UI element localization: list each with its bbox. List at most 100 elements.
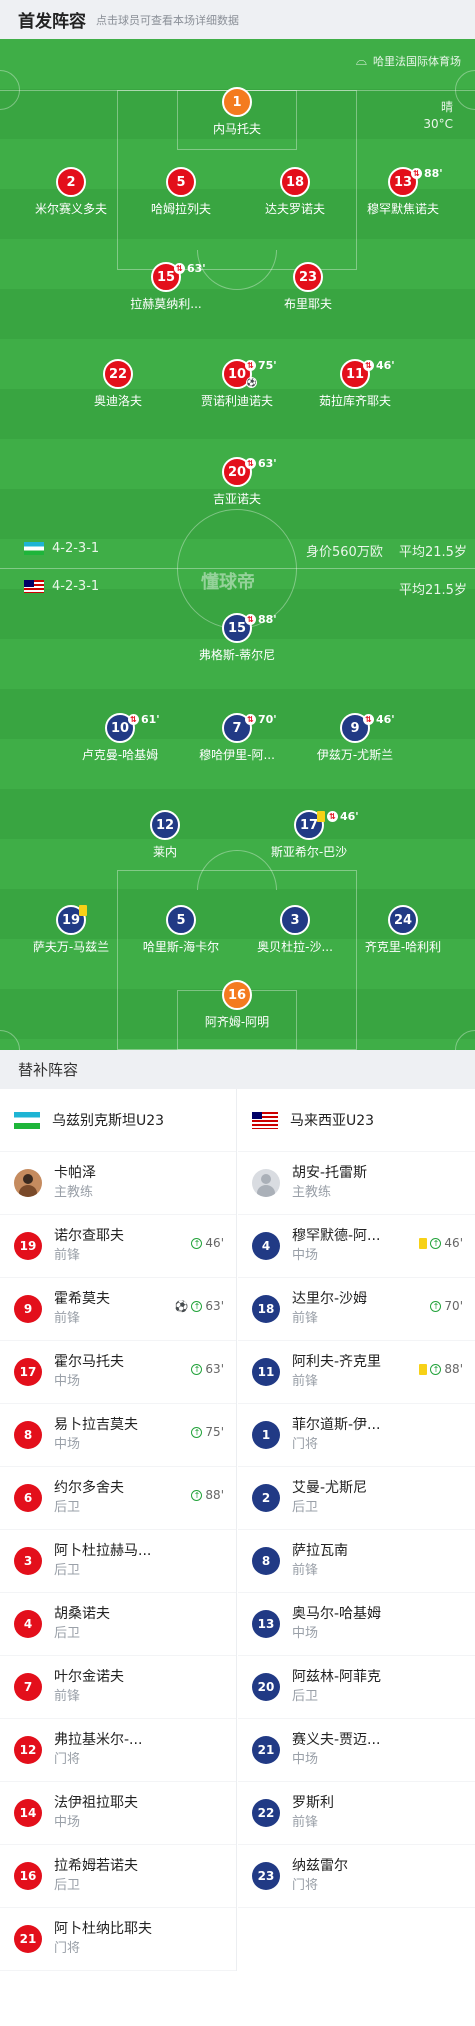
player-name: 菲尔道斯-伊... — [292, 1417, 381, 1433]
sub-player-row[interactable]: 16 拉希姆若诺夫 后卫 — [0, 1845, 236, 1908]
sub-player-row[interactable]: 12 弗拉基米尔-... 门将 — [0, 1719, 236, 1782]
player-name: 齐克里-哈利利 — [364, 940, 442, 954]
corner-br — [455, 1030, 475, 1050]
away-player[interactable]: 12 莱内 — [100, 810, 230, 860]
malaysia-flag-icon — [252, 1111, 278, 1129]
home-player[interactable]: 20 ⇅ 63' 吉亚诺夫 — [172, 457, 302, 507]
jersey-number: 9 — [14, 1295, 42, 1323]
away-coach-row[interactable]: 胡安-托雷斯 主教练 — [238, 1152, 475, 1215]
player-name: 贾诺利迪诺夫 — [200, 394, 273, 408]
player-event: ⇅ 61' — [128, 713, 160, 726]
player-event: ⇅ 63' — [245, 457, 277, 470]
sub-in-minute: 46' — [205, 1236, 224, 1250]
substitution-icon: ⇅ — [245, 714, 256, 725]
player-event: ⇅ 46' — [363, 359, 395, 372]
player-info: 诺尔查耶夫 前锋 — [54, 1227, 124, 1265]
player-position: 中场 — [54, 1437, 81, 1452]
substitution-icon: ⇅ — [128, 714, 139, 725]
sub-in-icon: ↑ — [191, 1237, 203, 1249]
sub-player-row[interactable]: 14 法伊祖拉耶夫 中场 — [0, 1782, 236, 1845]
home-player[interactable]: 11 ⇅ 46' 茹拉库齐耶夫 — [290, 359, 420, 409]
player-event: ⇅ 88' — [245, 613, 277, 626]
player-name: 斯亚希尔-巴沙 — [270, 845, 348, 859]
sub-player-row[interactable]: 13 奥马尔-哈基姆 中场 — [238, 1593, 475, 1656]
player-name: 约尔多舍夫 — [54, 1480, 124, 1496]
jersey-number: 12 — [150, 810, 180, 840]
player-position: 后卫 — [54, 1500, 81, 1515]
home-player[interactable]: 1 内马托夫 — [172, 87, 302, 137]
stadium-name: 哈里法国际体育场 — [373, 55, 461, 68]
player-name: 穆罕默德-阿... — [292, 1228, 381, 1244]
sub-player-row[interactable]: 1 菲尔道斯-伊... 门将 — [238, 1404, 475, 1467]
player-position: 前锋 — [54, 1689, 81, 1704]
home-player[interactable]: 10 ⇅ 75' ⚽ 贾诺利迪诺夫 — [172, 359, 302, 409]
away-player[interactable]: 7 ⇅ 70' 穆哈伊里-阿... — [172, 713, 302, 763]
goal-ball-icon: ⚽ — [246, 377, 257, 388]
home-coach-row[interactable]: 卡帕泽 主教练 — [0, 1152, 236, 1215]
away-player[interactable]: 5 哈里斯-海卡尔 — [116, 905, 246, 955]
home-subs-column: 乌兹别克斯坦U23 卡帕泽 主教练 19 诺尔查耶夫 前锋 ↑ 46' 9 霍希莫夫 前锋 ⚽ ↑… — [0, 1089, 237, 1971]
player-info: 阿卜杜拉赫马... 后卫 — [54, 1542, 151, 1580]
player-name: 吉亚诺夫 — [212, 492, 261, 506]
player-name: 卢克曼-哈基姆 — [81, 748, 159, 762]
jersey-number: 21 — [14, 1925, 42, 1953]
home-player[interactable]: 22 奥迪洛夫 — [53, 359, 183, 409]
sub-player-row[interactable]: 20 阿兹林-阿菲克 后卫 — [238, 1656, 475, 1719]
sub-player-row[interactable]: 19 诺尔查耶夫 前锋 ↑ 46' — [0, 1215, 236, 1278]
sub-player-row[interactable]: 22 罗斯利 前锋 — [238, 1782, 475, 1845]
player-info: 阿卜杜纳比耶夫 门将 — [54, 1920, 152, 1958]
home-player[interactable]: 15 ⇅ 63' 拉赫莫纳利... — [101, 262, 231, 312]
jersey-number: 24 — [388, 905, 418, 935]
player-info: 弗拉基米尔-... 门将 — [54, 1731, 142, 1769]
home-player[interactable]: 13 ⇅ 88' 穆罕默焦诺夫 — [338, 167, 468, 217]
home-team-row: 乌兹别克斯坦U23 — [0, 1089, 236, 1152]
sub-player-row[interactable]: 2 艾曼-尤斯尼 后卫 — [238, 1467, 475, 1530]
sub-player-row[interactable]: 23 纳兹雷尔 门将 — [238, 1845, 475, 1908]
jersey-number: 8 — [252, 1547, 280, 1575]
sub-player-row[interactable]: 3 阿卜杜拉赫马... 后卫 — [0, 1530, 236, 1593]
sub-player-row[interactable]: 21 赛义夫-贾迈... 中场 — [238, 1719, 475, 1782]
sub-player-row[interactable]: 9 霍希莫夫 前锋 ⚽ ↑ 63' — [0, 1278, 236, 1341]
away-player[interactable]: 24 齐克里-哈利利 — [338, 905, 468, 955]
sub-player-row[interactable]: 8 萨拉瓦南 前锋 — [238, 1530, 475, 1593]
jersey-number: 4 — [252, 1232, 280, 1260]
yellow-card-icon — [419, 1363, 428, 1375]
sub-player-row[interactable]: 21 阿卜杜纳比耶夫 门将 — [0, 1908, 236, 1971]
yellow-card-icon — [419, 1237, 428, 1249]
sub-player-row[interactable]: 11 阿利夫-齐克里 前锋 ↑ 88' — [238, 1341, 475, 1404]
away-player[interactable]: 9 ⇅ 46' 伊兹万-尤斯兰 — [290, 713, 420, 763]
sub-minute: 46' — [376, 359, 395, 372]
player-name: 叶尔金诺夫 — [54, 1669, 124, 1685]
player-name: 易卜拉吉莫夫 — [54, 1417, 138, 1433]
sub-player-row[interactable]: 6 约尔多舍夫 后卫 ↑ 88' — [0, 1467, 236, 1530]
sub-player-row[interactable]: 4 胡桑诺夫 后卫 — [0, 1593, 236, 1656]
player-event: ⇅ 70' — [245, 713, 277, 726]
sub-player-row[interactable]: 8 易卜拉吉莫夫 中场 ↑ 75' — [0, 1404, 236, 1467]
player-name: 哈里斯-海卡尔 — [142, 940, 220, 954]
away-player[interactable]: 15 ⇅ 88' 弗格斯-蒂尔尼 — [172, 613, 302, 663]
jersey-number: 16 — [222, 980, 252, 1010]
sub-player-row[interactable]: 7 叶尔金诺夫 前锋 — [0, 1656, 236, 1719]
player-name: 艾曼-尤斯尼 — [292, 1480, 368, 1496]
home-player[interactable]: 5 哈姆拉列夫 — [116, 167, 246, 217]
sub-player-row[interactable]: 18 达里尔-沙姆 前锋 ↑ 70' — [238, 1278, 475, 1341]
player-info: 霍希莫夫 前锋 — [54, 1290, 110, 1328]
player-name: 穆哈伊里-阿... — [199, 748, 275, 762]
away-player[interactable]: 10 ⇅ 61' 卢克曼-哈基姆 — [55, 713, 185, 763]
sub-in-icon: ↑ — [191, 1489, 203, 1501]
player-info: 奥马尔-哈基姆 中场 — [292, 1605, 381, 1643]
sub-minute: 88' — [258, 613, 277, 626]
sub-markers: ↑ 63' — [191, 1362, 224, 1376]
home-player[interactable]: 23 布里耶夫 — [243, 262, 373, 312]
jersey-number: 2 — [56, 167, 86, 197]
player-name: 内马托夫 — [212, 122, 261, 136]
away-player[interactable]: 17 ⇅ 46' 斯亚希尔-巴沙 — [244, 810, 374, 860]
uzbekistan-flag-icon — [14, 1111, 40, 1129]
sub-markers: ↑ 88' — [419, 1362, 463, 1376]
away-player[interactable]: 16 阿齐姆-阿明 — [172, 980, 302, 1030]
corner-tr — [455, 70, 475, 110]
sub-minute: 70' — [258, 713, 277, 726]
sub-player-row[interactable]: 17 霍尔马托夫 中场 ↑ 63' — [0, 1341, 236, 1404]
away-team-formation: 4-2-3-1 — [24, 579, 99, 594]
sub-player-row[interactable]: 4 穆罕默德-阿... 中场 ↑ 46' — [238, 1215, 475, 1278]
